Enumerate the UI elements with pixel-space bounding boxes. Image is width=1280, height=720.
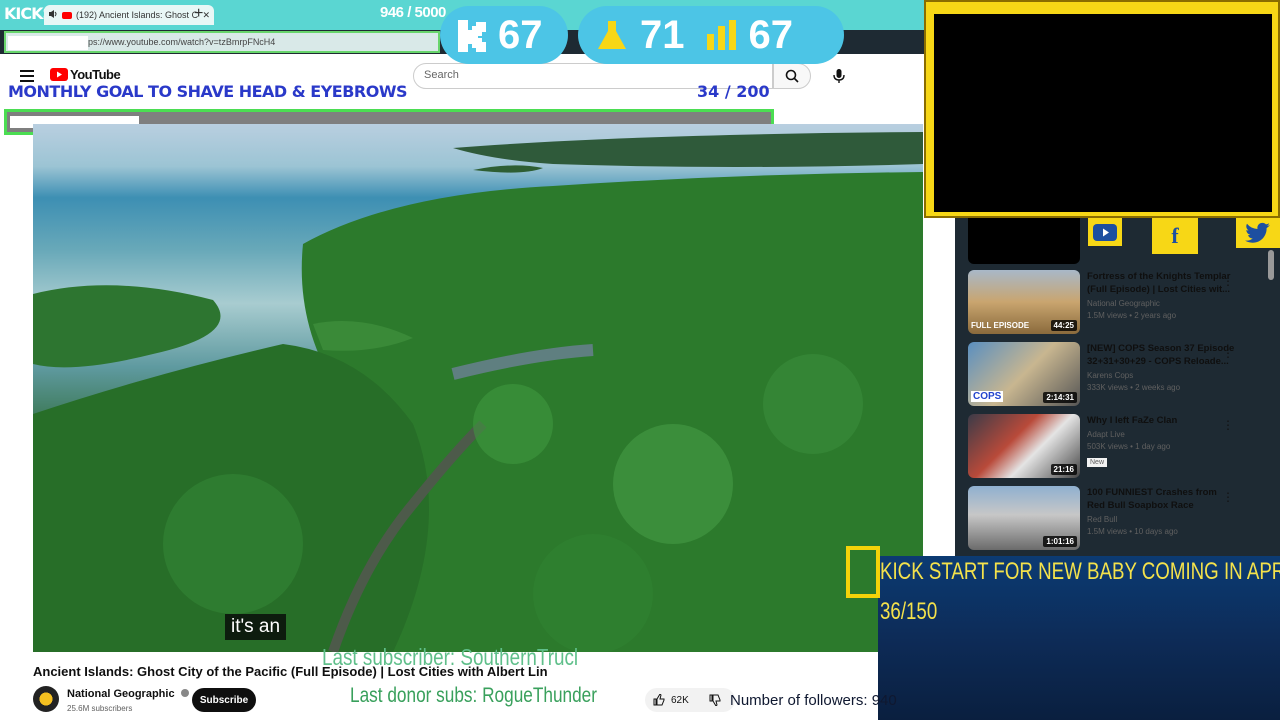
recommendation-item[interactable]: 1:01:16 100 FUNNIEST Crashes from Red Bu…: [968, 486, 1248, 558]
browser-tab[interactable]: (192) Ancient Islands: Ghost C ✕: [44, 5, 214, 25]
recommendation-title[interactable]: 100 FUNNIEST Crashes from Red Bull Soapb…: [1087, 486, 1237, 512]
more-options-icon[interactable]: ⋮: [1222, 346, 1234, 360]
new-tab-button[interactable]: +: [194, 5, 203, 23]
level-stat-value: 67: [748, 12, 794, 57]
recommendations-list: FULL EPISODE 44:25 Fortress of the Knigh…: [968, 270, 1248, 558]
video-thumbnail[interactable]: COPS 2:14:31: [968, 342, 1080, 406]
recommendation-channel[interactable]: Red Bull: [1087, 515, 1237, 524]
thumbnail-label: FULL EPISODE: [971, 321, 1030, 330]
kickstart-goal-title: KICK START FOR NEW BABY COMING IN APRIL: [880, 558, 1280, 585]
tab-title: (192) Ancient Islands: Ghost C: [76, 10, 199, 20]
verified-icon: [180, 689, 189, 697]
speaker-icon[interactable]: [48, 9, 58, 21]
youtube-social-icon: [1088, 218, 1122, 246]
video-duration: 1:01:16: [1043, 536, 1077, 547]
new-badge: New: [1087, 458, 1108, 467]
video-thumbnail[interactable]: 1:01:16: [968, 486, 1080, 550]
monthly-goal-count: 34 / 200: [697, 82, 770, 101]
channel-avatar[interactable]: [33, 686, 59, 712]
youtube-play-icon: [50, 68, 68, 81]
last-donor-text: Last donor subs: RogueThunder: [350, 684, 597, 707]
address-bar[interactable]: ps://www.youtube.com/watch?v=tzBmrpFNcH4: [4, 31, 440, 53]
audience-silhouette-banner: [968, 218, 1080, 264]
recommendation-meta: 1.5M views • 10 days ago: [1087, 527, 1178, 536]
video-duration: 21:16: [1050, 464, 1077, 475]
video-duration: 44:25: [1050, 320, 1077, 331]
facebook-social-icon: f: [1152, 218, 1198, 254]
search-button[interactable]: [773, 63, 811, 89]
recommendation-channel[interactable]: National Geographic: [1087, 299, 1237, 308]
channel-name-text: National Geographic: [67, 688, 175, 700]
followers-stat-value: 71: [640, 12, 685, 57]
island-scene: [33, 132, 923, 652]
youtube-logo-text: YouTube: [70, 67, 121, 82]
recommendation-item[interactable]: 21:16 Why I left FaZe Clan Adapt Live 50…: [968, 414, 1248, 486]
url-text: ps://www.youtube.com/watch?v=tzBmrpFNcH4: [88, 37, 276, 47]
microphone-button[interactable]: [826, 63, 852, 89]
search-icon: [785, 69, 799, 83]
recommendation-item[interactable]: FULL EPISODE 44:25 Fortress of the Knigh…: [968, 270, 1248, 342]
channel-subscriber-count: 25.6M subscribers: [67, 704, 133, 713]
kicks-stat-value: 67: [498, 12, 543, 57]
recommendation-channel[interactable]: Karens Cops: [1087, 371, 1237, 380]
last-subscriber-text: Last subscriber: SouthernTrucl: [322, 644, 579, 670]
kicks-stat-badge: 67: [440, 6, 568, 64]
video-duration: 2:14:31: [1043, 392, 1077, 403]
youtube-favicon-icon: [62, 11, 72, 19]
monthly-goal-text: MONTHLY GOAL TO SHAVE HEAD & EYEBROWS: [8, 82, 408, 101]
webcam-frame: [924, 0, 1280, 218]
kick-logo-icon: [458, 20, 486, 52]
scrollbar[interactable]: [1268, 250, 1274, 280]
youtube-logo[interactable]: YouTube: [50, 67, 121, 82]
video-caption: it's an: [225, 614, 287, 640]
url-redaction: [8, 36, 88, 50]
video-player[interactable]: [33, 124, 923, 652]
youtube-page: YouTube Search MONTHLY GOAL TO SHAVE HEA…: [0, 54, 955, 720]
kicks-counter: 946 / 5000: [380, 4, 446, 21]
twitter-social-icon: [1236, 218, 1280, 248]
recommendation-title[interactable]: Why I left FaZe Clan: [1087, 414, 1237, 427]
hamburger-menu-icon[interactable]: [20, 70, 34, 82]
thumbs-up-icon: [653, 694, 665, 706]
recommendation-item[interactable]: COPS 2:14:31 [NEW] COPS Season 37 Episod…: [968, 342, 1248, 414]
more-options-icon[interactable]: ⋮: [1222, 274, 1234, 288]
video-thumbnail[interactable]: 21:16: [968, 414, 1080, 478]
channel-name[interactable]: National Geographic: [67, 688, 189, 700]
thumbs-down-icon: [709, 694, 721, 706]
stats-badge: 71 67: [578, 6, 844, 64]
recommendation-meta: 503K views • 1 day ago: [1087, 442, 1171, 451]
recommendation-meta: 1.5M views • 2 years ago: [1087, 311, 1177, 320]
webcam-area: [934, 14, 1272, 212]
subscribe-button[interactable]: Subscribe: [192, 688, 256, 712]
bar-chart-icon: [706, 20, 736, 50]
kickstart-goal-count: 36/150: [880, 598, 938, 625]
like-dislike-button[interactable]: 62K: [645, 688, 735, 712]
followers-count-text: Number of followers: 940: [730, 692, 897, 709]
recommendation-title[interactable]: [NEW] COPS Season 37 Episode 32+31+30+29…: [1087, 342, 1237, 368]
close-tab-icon[interactable]: ✕: [202, 10, 210, 21]
recommendation-meta: 333K views • 2 weeks ago: [1087, 383, 1181, 392]
highlight-box: [846, 546, 880, 598]
recommendation-title[interactable]: Fortress of the Knights Templar (Full Ep…: [1087, 270, 1237, 296]
like-count: 62K: [671, 694, 689, 706]
microphone-icon: [833, 69, 845, 83]
more-options-icon[interactable]: ⋮: [1222, 490, 1234, 504]
video-thumbnail[interactable]: FULL EPISODE 44:25: [968, 270, 1080, 334]
more-options-icon[interactable]: ⋮: [1222, 418, 1234, 432]
recommendation-channel[interactable]: Adapt Live: [1087, 430, 1237, 439]
thumbnail-label: COPS: [971, 391, 1004, 402]
flask-icon: [598, 21, 626, 49]
